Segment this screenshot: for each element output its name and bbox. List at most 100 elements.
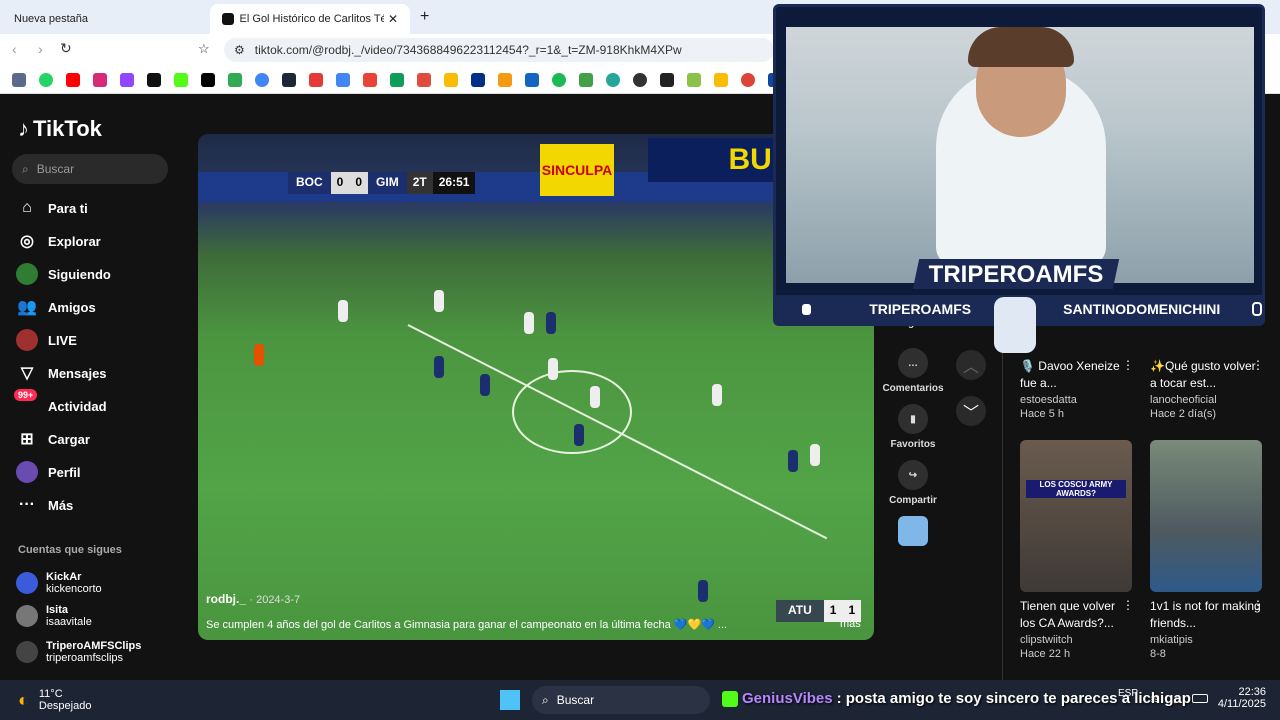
next-video-button[interactable]: ﹀ bbox=[956, 396, 986, 426]
previous-video-button[interactable]: ︿ bbox=[956, 350, 986, 380]
tiktok-icon[interactable] bbox=[143, 70, 165, 90]
video-title: 🎙️ Davoo Xeneize fue a... bbox=[1020, 359, 1120, 390]
nav-explorar[interactable]: ◎ Explorar bbox=[16, 226, 186, 256]
messages-icon: ▽ bbox=[20, 365, 34, 382]
analytics-icon[interactable] bbox=[413, 70, 435, 90]
taskbar-search[interactable]: ⌕ Buscar bbox=[532, 686, 710, 714]
chevron-up-icon: ︿ bbox=[962, 359, 979, 376]
player bbox=[698, 580, 708, 602]
taskbar-clock[interactable]: 22:36 4/11/2025 bbox=[1214, 686, 1266, 710]
video-thumbnail: LOS COSCU ARMY AWARDS? bbox=[1020, 440, 1132, 592]
site-info-icon[interactable]: ⚙ bbox=[234, 43, 245, 57]
reload-icon[interactable]: ↻ bbox=[60, 40, 72, 57]
following-account[interactable]: KickAr kickencorto bbox=[16, 566, 186, 600]
docs-icon[interactable] bbox=[332, 70, 354, 90]
steam-icon[interactable] bbox=[278, 70, 300, 90]
bookmark-teal-icon[interactable] bbox=[602, 70, 624, 90]
nav-cargar[interactable]: ⊞ Cargar bbox=[16, 424, 186, 454]
like-button[interactable]: Me gusta bbox=[880, 318, 946, 334]
battery-icon[interactable] bbox=[1192, 694, 1208, 703]
close-tab-icon[interactable]: ✕ bbox=[388, 12, 398, 26]
url-text: tiktok.com/@rodbj._/video/73436884962231… bbox=[254, 43, 682, 57]
gmail-icon[interactable] bbox=[359, 70, 381, 90]
nav-siguiendo[interactable]: Siguiendo bbox=[16, 259, 186, 289]
more-options-icon[interactable]: ⋮ bbox=[1122, 358, 1134, 372]
nav-mensajes[interactable]: ▽ Mensajes bbox=[16, 358, 186, 388]
nav-mas[interactable]: ··· Más bbox=[16, 490, 186, 520]
sidebar: ♪ TikTok ⌕ Buscar ⌂ Para ti ◎ Explorar Sig… bbox=[0, 94, 190, 680]
bookmark-black-icon[interactable] bbox=[656, 70, 678, 90]
more-options-icon[interactable]: ⋮ bbox=[1122, 598, 1134, 612]
activity-badge: 99+ bbox=[14, 389, 38, 401]
recommended-video[interactable]: 1v1 is not for making friends... mkiatip… bbox=[1150, 440, 1262, 660]
sound-disc[interactable] bbox=[880, 516, 946, 546]
away-team: GIM bbox=[368, 172, 407, 194]
forward-icon[interactable]: › bbox=[38, 41, 43, 57]
nav-para-ti[interactable]: ⌂ Para ti bbox=[16, 193, 186, 223]
new-tab-button[interactable]: + bbox=[420, 8, 429, 26]
google-icon[interactable] bbox=[251, 70, 273, 90]
nav-label: Perfil bbox=[48, 464, 81, 480]
video-actions: Me gusta … Comentarios ▮ Favoritos ↪ Com… bbox=[880, 318, 946, 556]
tiktok-logo[interactable]: ♪ TikTok bbox=[18, 116, 102, 142]
youtube-icon[interactable] bbox=[62, 70, 84, 90]
streamer-name: TRIPEROAMFS bbox=[928, 261, 1104, 288]
instagram-icon[interactable] bbox=[89, 70, 111, 90]
tab-tiktok-video[interactable]: El Gol Histórico de Carlitos Tévez ✕ bbox=[210, 4, 410, 34]
whatsapp-icon[interactable] bbox=[35, 70, 57, 90]
tab-nueva-pestana[interactable]: Nueva pestaña bbox=[2, 4, 202, 34]
chrome-icon[interactable] bbox=[737, 70, 759, 90]
player bbox=[434, 290, 444, 312]
search-input[interactable]: ⌕ Buscar bbox=[12, 154, 168, 184]
account-handle: triperoamfsclips bbox=[46, 652, 124, 664]
recommended-video[interactable]: 🎙️ Davoo Xeneize fue a... estoesdatta Ha… bbox=[1020, 358, 1132, 420]
download-icon[interactable] bbox=[575, 70, 597, 90]
comments-button[interactable]: … Comentarios bbox=[880, 348, 946, 394]
video-author[interactable]: rodbj._ bbox=[206, 592, 246, 606]
x-icon[interactable] bbox=[197, 70, 219, 90]
caption-more-link[interactable]: más bbox=[840, 618, 861, 630]
player bbox=[574, 424, 584, 446]
bookmark-lime-icon[interactable] bbox=[683, 70, 705, 90]
following-account[interactable]: Isita isaavitale bbox=[16, 599, 186, 633]
bookmark-star-icon[interactable]: ☆ bbox=[198, 41, 210, 57]
player bbox=[254, 344, 264, 366]
compass-icon: ◎ bbox=[20, 233, 34, 250]
nav-perfil[interactable]: Perfil bbox=[16, 457, 186, 487]
nav-live[interactable]: LIVE bbox=[16, 325, 186, 355]
url-field[interactable]: ⚙ tiktok.com/@rodbj._/video/734368849622… bbox=[224, 38, 774, 62]
account-name: TriperoAMFSClips bbox=[46, 640, 142, 652]
favorites-button[interactable]: ▮ Favoritos bbox=[880, 404, 946, 450]
video-thumbnail bbox=[1150, 440, 1262, 592]
nav-actividad[interactable]: 99+ Actividad bbox=[14, 389, 186, 421]
bookmark-orange-icon[interactable] bbox=[494, 70, 516, 90]
kick-icon[interactable] bbox=[170, 70, 192, 90]
recommended-video[interactable]: ✨Qué gusto volver a tocar est... lanoche… bbox=[1150, 358, 1262, 420]
share-button[interactable]: ↪ Compartir bbox=[880, 460, 946, 506]
nav-label: Siguiendo bbox=[48, 266, 111, 282]
more-options-icon[interactable]: ⋮ bbox=[1252, 598, 1264, 612]
profile-avatar-icon bbox=[16, 461, 38, 483]
bookmark-blue-icon[interactable] bbox=[521, 70, 543, 90]
nav-amigos[interactable]: 👥 Amigos bbox=[16, 292, 186, 322]
bookmark-green-icon[interactable] bbox=[224, 70, 246, 90]
spotify-icon[interactable] bbox=[548, 70, 570, 90]
drive-icon[interactable] bbox=[710, 70, 732, 90]
windows-start-icon[interactable] bbox=[500, 690, 520, 710]
recommended-video[interactable]: LOS COSCU ARMY AWARDS? Tienen que volver… bbox=[1020, 440, 1132, 660]
bookmark-red-icon[interactable] bbox=[305, 70, 327, 90]
sheets-icon[interactable] bbox=[386, 70, 408, 90]
back-icon[interactable]: ‹ bbox=[12, 41, 17, 57]
bookmark-yellow-icon[interactable] bbox=[440, 70, 462, 90]
openai-icon[interactable] bbox=[629, 70, 651, 90]
apps-icon[interactable] bbox=[8, 70, 30, 90]
account-name: KickAr bbox=[46, 571, 82, 583]
twitch-icon[interactable] bbox=[116, 70, 138, 90]
following-account[interactable]: TriperoAMFSClips triperoamfsclips bbox=[16, 635, 186, 669]
weather-widget[interactable]: 11°C Despejado bbox=[39, 688, 92, 712]
search-placeholder: Buscar bbox=[36, 162, 75, 176]
streamer-hair bbox=[968, 27, 1074, 67]
more-options-icon[interactable]: ⋮ bbox=[1252, 358, 1264, 372]
paypal-icon[interactable] bbox=[467, 70, 489, 90]
search-icon: ⌕ bbox=[22, 161, 29, 176]
